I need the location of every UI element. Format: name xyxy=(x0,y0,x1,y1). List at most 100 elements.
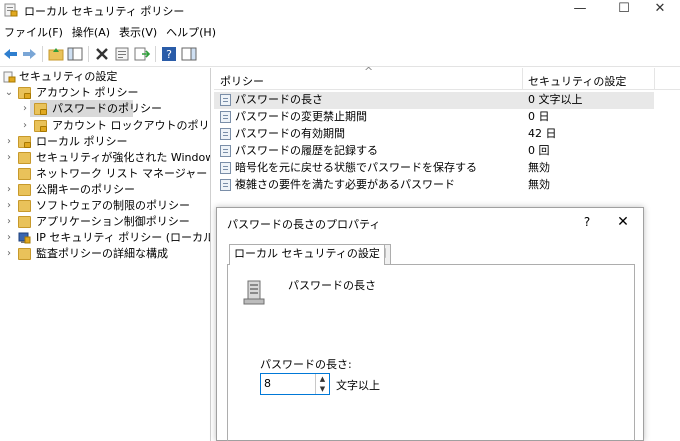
lock-icon xyxy=(24,93,31,99)
chevron-right-icon[interactable]: › xyxy=(4,214,14,230)
console-tree: セキュリティの設定 ⌄ アカウント ポリシー › パスワードのポリシー › アカ… xyxy=(0,68,211,441)
list-row[interactable]: 暗号化を元に戻せる状態でパスワードを保存する 無効 xyxy=(214,160,680,177)
tree-label: IP セキュリティ ポリシー (ローカル コンピュータ xyxy=(36,231,211,244)
chevron-right-icon[interactable]: › xyxy=(4,246,14,262)
policy-value: 無効 xyxy=(528,161,550,174)
close-button[interactable]: ✕ xyxy=(640,0,680,20)
folder-icon xyxy=(18,184,31,196)
window-title: ローカル セキュリティ ポリシー xyxy=(24,5,185,18)
folder-icon xyxy=(34,103,47,115)
policy-list: ポリシー ^ セキュリティの設定 パスワードの長さ 0 文字以上 パスワードの変… xyxy=(214,65,680,210)
tree-label: ソフトウェアの制限のポリシー xyxy=(36,199,190,212)
toolbar-separator xyxy=(155,46,156,62)
tree-label: セキュリティの設定 xyxy=(19,70,118,83)
action-pane-icon[interactable] xyxy=(180,45,198,63)
list-row[interactable]: パスワードの変更禁止期間 0 日 xyxy=(214,109,680,126)
password-length-stepper[interactable]: 8 ▲ ▼ xyxy=(260,373,330,395)
server-policy-icon xyxy=(243,280,265,305)
stepper-up-icon[interactable]: ▲ xyxy=(316,374,329,384)
lock-icon xyxy=(40,109,47,115)
policy-name: 暗号化を元に戻せる状態でパスワードを保存する xyxy=(235,161,477,174)
export-icon[interactable] xyxy=(133,45,151,63)
policy-value: 無効 xyxy=(528,178,550,191)
delete-icon[interactable] xyxy=(93,45,111,63)
folder-icon xyxy=(18,216,31,228)
column-divider[interactable] xyxy=(522,68,523,90)
tree-label: パスワードのポリシー xyxy=(52,102,162,115)
chevron-right-icon[interactable]: › xyxy=(4,182,14,198)
stepper-down-icon[interactable]: ▼ xyxy=(316,384,329,394)
console-tree-icon[interactable] xyxy=(66,45,84,63)
folder-icon xyxy=(18,152,31,164)
column-divider[interactable] xyxy=(654,68,655,90)
policy-heading: パスワードの長さ xyxy=(288,279,376,292)
tree-label: アプリケーション制御ポリシー xyxy=(36,215,190,228)
policy-value: 0 日 xyxy=(528,110,550,123)
tree-label: ローカル ポリシー xyxy=(36,135,128,148)
column-header-policy[interactable]: ポリシー xyxy=(220,73,264,89)
chevron-right-icon[interactable]: › xyxy=(4,134,14,150)
password-length-value[interactable]: 8 xyxy=(264,377,271,390)
password-length-label: パスワードの長さ: xyxy=(260,358,352,371)
chevron-right-icon[interactable]: › xyxy=(20,101,30,117)
policy-name: パスワードの履歴を記録する xyxy=(235,144,378,157)
chevron-right-icon[interactable]: › xyxy=(20,118,30,134)
dialog-close-button[interactable]: ✕ xyxy=(613,212,633,232)
ip-security-icon xyxy=(18,232,31,244)
folder-icon xyxy=(18,248,31,260)
dialog-help-button[interactable]: ? xyxy=(577,212,597,232)
toolbar: ? xyxy=(0,41,680,67)
up-folder-icon[interactable] xyxy=(47,45,65,63)
lock-icon xyxy=(24,142,31,148)
policy-name: パスワードの長さ xyxy=(235,93,323,106)
tree-label: セキュリティが強化された Windows Defender xyxy=(36,151,210,164)
menu-file[interactable]: ファイル(F) xyxy=(0,22,68,40)
security-settings-icon xyxy=(3,71,16,83)
help-icon[interactable]: ? xyxy=(160,45,178,63)
toolbar-separator xyxy=(88,46,89,62)
security-policy-icon xyxy=(4,3,18,17)
chevron-right-icon[interactable]: › xyxy=(4,230,14,246)
sort-ascending-icon: ^ xyxy=(364,65,374,78)
tree-label: 公開キーのポリシー xyxy=(36,183,135,196)
menu-help[interactable]: ヘルプ(H) xyxy=(162,22,221,40)
minimize-button[interactable]: — xyxy=(560,0,600,20)
list-row[interactable]: パスワードの履歴を記録する 0 回 xyxy=(214,143,680,160)
policy-value: 0 文字以上 xyxy=(528,93,583,106)
list-row[interactable]: パスワードの有効期間 42 日 xyxy=(214,126,680,143)
tree-label: 監査ポリシーの詳細な構成 xyxy=(36,247,168,260)
properties-icon[interactable] xyxy=(113,45,131,63)
policy-value: 0 回 xyxy=(528,144,550,157)
tab-panel: パスワードの長さ パスワードの長さ: 8 ▲ ▼ 文字以上 xyxy=(227,264,635,441)
list-row[interactable]: パスワードの長さ 0 文字以上 xyxy=(214,92,654,109)
column-header-security-setting[interactable]: セキュリティの設定 xyxy=(528,73,626,89)
chevron-right-icon[interactable]: › xyxy=(4,150,14,166)
policy-value: 42 日 xyxy=(528,127,557,140)
menu-action[interactable]: 操作(A) xyxy=(68,22,115,40)
stepper-buttons: ▲ ▼ xyxy=(315,374,329,394)
back-icon[interactable] xyxy=(2,45,20,63)
policy-icon xyxy=(220,145,231,157)
title-bar: ローカル セキュリティ ポリシー — ☐ ✕ xyxy=(0,0,680,20)
menu-view[interactable]: 表示(V) xyxy=(115,22,162,40)
toolbar-separator xyxy=(42,46,43,62)
policy-icon xyxy=(220,162,231,174)
folder-icon xyxy=(18,87,31,99)
lock-icon xyxy=(40,126,47,132)
policy-name: 複雑さの要件を満たす必要があるパスワード xyxy=(235,178,455,191)
forward-icon[interactable] xyxy=(20,45,38,63)
svg-text:?: ? xyxy=(166,48,172,61)
tree-label: アカウント ロックアウトのポリシー xyxy=(52,119,210,132)
chevron-down-icon[interactable]: ⌄ xyxy=(4,85,14,101)
password-length-unit: 文字以上 xyxy=(336,379,380,392)
properties-dialog: パスワードの長さのプロパティ ? ✕ ローカル セキュリティの設定 説明 パスワ… xyxy=(216,207,644,441)
folder-icon xyxy=(34,120,47,132)
chevron-right-icon[interactable]: › xyxy=(4,198,14,214)
policy-icon xyxy=(220,111,231,123)
policy-name: パスワードの変更禁止期間 xyxy=(235,110,367,123)
tree-label: アカウント ポリシー xyxy=(36,86,139,99)
tab-local-security-setting[interactable]: ローカル セキュリティの設定 xyxy=(229,244,385,265)
list-row[interactable]: 複雑さの要件を満たす必要があるパスワード 無効 xyxy=(214,177,680,194)
maximize-button[interactable]: ☐ xyxy=(604,0,644,20)
policy-icon xyxy=(220,94,231,106)
